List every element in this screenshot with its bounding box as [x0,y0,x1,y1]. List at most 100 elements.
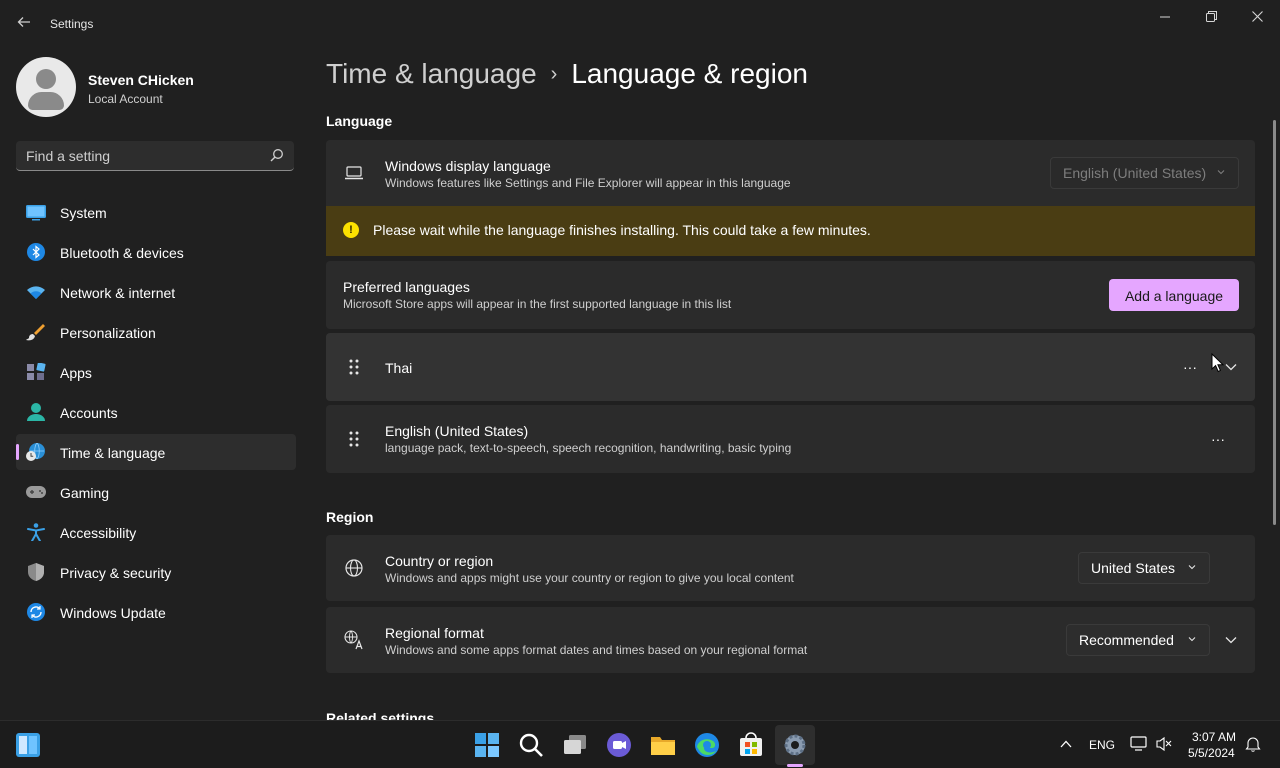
window-title: Settings [50,17,94,31]
profile-name: Steven CHicken [88,72,194,88]
chevron-down-icon [1188,637,1196,642]
mouse-cursor-icon [1211,353,1225,373]
shield-icon [28,563,44,581]
brush-icon [26,324,45,341]
update-icon [27,603,45,621]
apps-icon [27,363,46,380]
profile-account-type: Local Account [88,92,163,106]
regional-format-icon [344,630,363,650]
system-icon [26,205,46,221]
chevron-up-icon[interactable] [1059,738,1073,750]
sidebar-item-label: Accounts [60,405,118,421]
task-view-icon[interactable] [561,731,589,759]
taskbar: ENG 3:07 AM 5/5/2024 [0,720,1280,768]
settings-window: Settings Steven CHicken Local Account Sy… [0,0,1280,720]
settings-icon[interactable] [781,731,809,759]
drag-handle-icon[interactable] [348,358,360,376]
sidebar-item-label: Bluetooth & devices [60,245,184,261]
warning-text: Please wait while the language finishes … [373,222,871,238]
sidebar-item-gaming[interactable]: Gaming [16,474,296,510]
search-box[interactable] [16,141,294,171]
scrollbar[interactable] [1273,120,1276,525]
sidebar-item-bluetooth[interactable]: Bluetooth & devices [16,234,296,270]
minimize-icon[interactable] [1142,6,1188,28]
input-language-indicator[interactable]: ENG [1089,738,1115,752]
section-heading-language: Language [326,113,393,129]
windows-start-icon[interactable] [473,731,501,759]
sidebar-item-time-language[interactable]: Time & language [16,434,296,470]
more-options-icon[interactable]: ··· [1206,429,1230,449]
bluetooth-icon [27,243,45,261]
sidebar-item-personalization[interactable]: Personalization [16,314,296,350]
more-options-icon[interactable]: ··· [1178,357,1202,377]
display-language-subtitle: Windows features like Settings and File … [385,176,791,190]
sidebar-item-label: Windows Update [60,605,166,621]
sidebar-item-label: Privacy & security [60,565,172,581]
accounts-icon [27,403,45,421]
regional-format-dropdown[interactable]: Recommended [1066,624,1210,656]
time-language-icon [26,443,45,461]
sidebar-item-label: System [60,205,107,221]
clock-date[interactable]: 5/5/2024 [1188,746,1235,760]
gamepad-icon [26,486,46,498]
display-language-dropdown[interactable]: English (United States) [1050,157,1239,189]
section-heading-region: Region [326,509,374,525]
globe-icon [345,559,363,577]
avatar [16,57,76,117]
breadcrumb-parent[interactable]: Time & language [326,58,537,89]
clock-time[interactable]: 3:07 AM [1192,730,1236,744]
active-app-indicator [787,764,803,767]
widgets-icon[interactable] [16,733,40,757]
chevron-down-icon [1217,170,1225,175]
close-icon[interactable] [1234,6,1280,28]
country-region-card: Country or region Windows and apps might… [326,535,1255,601]
regional-format-card: Regional format Windows and some apps fo… [326,607,1255,673]
notification-icon[interactable] [1245,736,1261,752]
search-icon[interactable] [517,731,545,759]
network-icon[interactable] [1130,736,1148,752]
preferred-languages-subtitle: Microsoft Store apps will appear in the … [343,297,732,311]
search-input[interactable] [26,147,256,165]
title-bar: Settings [0,0,1280,48]
country-region-value: United States [1091,560,1176,576]
language-features: language pack, text-to-speech, speech re… [385,441,792,455]
user-profile[interactable]: Steven CHicken Local Account [16,57,296,117]
file-explorer-icon[interactable] [649,731,677,759]
back-arrow-icon[interactable] [14,14,34,34]
country-region-subtitle: Windows and apps might use your country … [385,571,794,585]
sidebar-item-windows-update[interactable]: Windows Update [16,594,296,630]
add-language-button[interactable]: Add a language [1109,279,1239,311]
chevron-down-icon [1188,565,1196,570]
drag-handle-icon[interactable] [348,430,360,448]
sidebar-item-privacy[interactable]: Privacy & security [16,554,296,590]
display-language-value: English (United States) [1063,165,1207,181]
sidebar-nav: System Bluetooth & devices Network & int… [16,194,296,634]
sidebar-item-label: Gaming [60,485,110,501]
expand-chevron-icon[interactable] [1223,632,1239,648]
language-item-thai[interactable]: Thai ··· [326,333,1255,401]
regional-format-subtitle: Windows and some apps format dates and t… [385,643,808,657]
breadcrumb-separator: › [550,63,558,85]
sidebar-item-label: Apps [60,365,92,381]
sidebar-item-network[interactable]: Network & internet [16,274,296,310]
language-item-english[interactable]: English (United States) language pack, t… [326,405,1255,473]
sidebar-item-apps[interactable]: Apps [16,354,296,390]
edge-icon[interactable] [693,731,721,759]
preferred-languages-card: Preferred languages Microsoft Store apps… [326,261,1255,329]
speaker-muted-icon[interactable] [1155,736,1173,752]
country-region-title: Country or region [385,553,494,569]
chat-icon[interactable] [605,731,633,759]
sidebar-item-accounts[interactable]: Accounts [16,394,296,430]
store-icon[interactable] [737,731,765,759]
country-region-dropdown[interactable]: United States [1078,552,1210,584]
sidebar-item-system[interactable]: System [16,194,296,230]
sidebar-item-accessibility[interactable]: Accessibility [16,514,296,550]
display-language-card: Windows display language Windows feature… [326,140,1255,206]
language-name: English (United States) [385,423,529,439]
restore-icon[interactable] [1188,6,1234,28]
accessibility-icon [27,523,45,541]
search-icon[interactable] [270,148,284,162]
chevron-down-icon[interactable] [1223,359,1239,375]
laptop-icon [345,166,363,180]
display-language-title: Windows display language [385,158,551,174]
